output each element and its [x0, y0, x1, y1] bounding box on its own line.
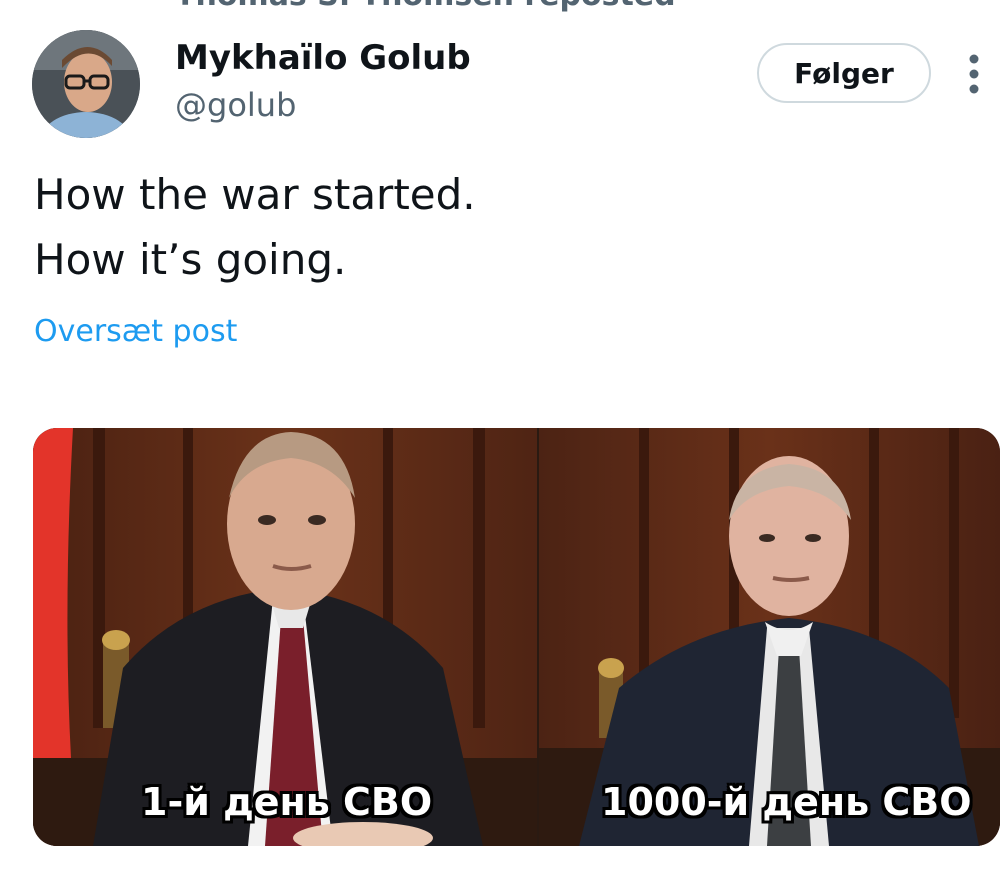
media-image-left[interactable]: 1-й день СВО: [33, 428, 537, 846]
author-display-name[interactable]: Mykhaïlo Golub: [175, 38, 471, 78]
avatar-photo: [32, 30, 140, 138]
media-image-right[interactable]: 1000-й день СВО: [539, 428, 1000, 846]
caption-day-1000: 1000-й день СВО: [601, 780, 972, 824]
following-button[interactable]: Følger: [757, 43, 931, 103]
post-media[interactable]: 1-й день СВО 1000-й день СВО: [33, 428, 1000, 846]
more-vertical-icon[interactable]: [966, 52, 982, 96]
repost-indicator[interactable]: Thomas S. Thomsen reposted: [175, 0, 676, 13]
post-text-line-2: How it’s going.: [34, 235, 347, 284]
post-view: Thomas S. Thomsen reposted Mykhaïlo Golu…: [0, 0, 1000, 882]
post-text: How the war started. How it’s going.: [34, 162, 954, 292]
post-text-line-1: How the war started.: [34, 170, 476, 219]
translate-post-link[interactable]: Oversæt post: [34, 314, 237, 349]
author-avatar[interactable]: [32, 30, 140, 138]
author-handle[interactable]: @golub: [175, 86, 296, 124]
caption-day-1: 1-й день СВО: [141, 780, 433, 824]
